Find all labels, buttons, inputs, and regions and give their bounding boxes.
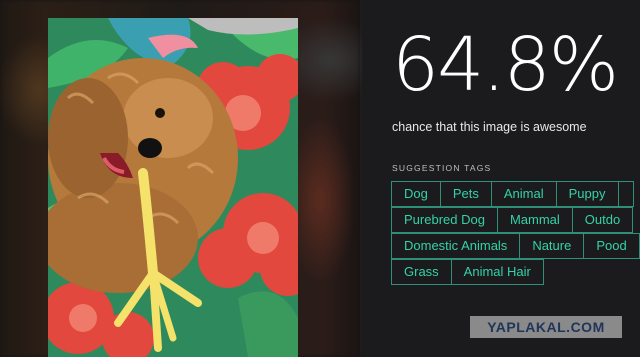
tag-grass[interactable]: Grass <box>391 259 452 285</box>
tag-puppy[interactable]: Puppy <box>555 181 619 207</box>
tag-poodle[interactable]: Pood <box>583 233 640 259</box>
tag-row: Grass Animal Hair <box>391 259 640 285</box>
awesome-score: 64.8% <box>392 22 619 108</box>
tag-row: Purebred Dog Mammal Outdo <box>391 207 640 233</box>
tag-animal-hair[interactable]: Animal Hair <box>450 259 544 285</box>
tag-nature[interactable]: Nature <box>519 233 585 259</box>
tag-outdoor[interactable]: Outdo <box>571 207 634 233</box>
tag-domestic-animals[interactable]: Domestic Animals <box>391 233 521 259</box>
site-watermark: YAPLAKAL.COM <box>470 316 622 338</box>
tag-animal[interactable]: Animal <box>490 181 557 207</box>
tag-cut-off[interactable] <box>617 181 634 207</box>
tag-dog[interactable]: Dog <box>391 181 441 207</box>
tag-purebred-dog[interactable]: Purebred Dog <box>391 207 498 233</box>
score-caption: chance that this image is awesome <box>392 120 587 134</box>
tag-row: Domestic Animals Nature Pood <box>391 233 640 259</box>
suggestion-tags-list: Dog Pets Animal Puppy Purebred Dog Mamma… <box>391 181 640 285</box>
tag-mammal[interactable]: Mammal <box>496 207 573 233</box>
suggestion-tags-heading: SUGGESTION TAGS <box>392 163 492 173</box>
tag-row: Dog Pets Animal Puppy <box>391 181 640 207</box>
uploaded-photo <box>48 18 298 357</box>
tag-pets[interactable]: Pets <box>439 181 492 207</box>
